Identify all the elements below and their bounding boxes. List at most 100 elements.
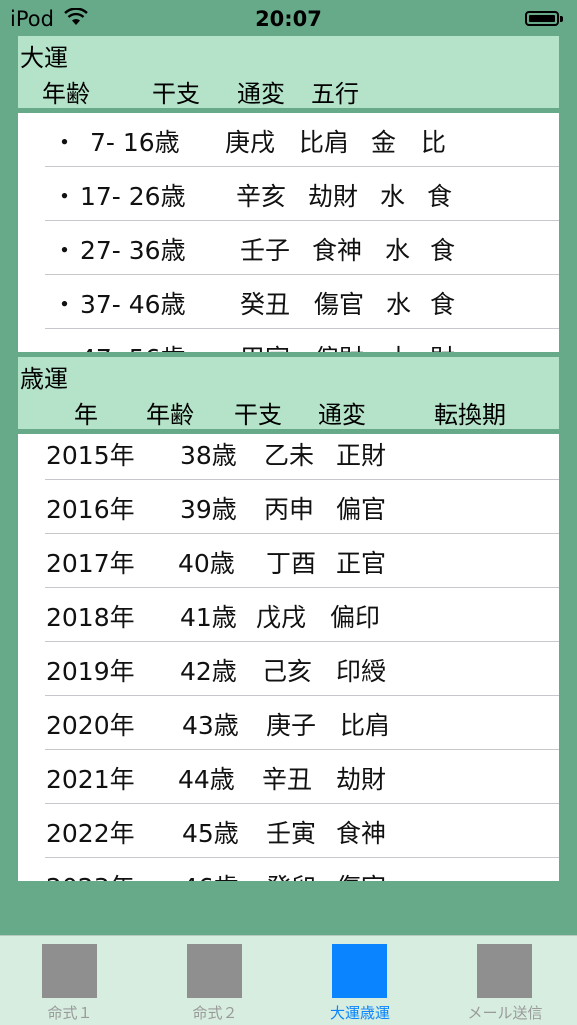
bullet: ・ xyxy=(52,290,78,319)
taiun-row[interactable]: ・ 47- 56歳 甲寅 偏財 木 財 xyxy=(18,329,559,352)
kanshi: 庚戌 xyxy=(225,128,276,157)
saiun-row[interactable]: 2020年 43歳 庚子 比肩 xyxy=(18,696,559,750)
bullet: ・ xyxy=(52,236,78,265)
taiun-col-gogyo: 五行 xyxy=(311,80,359,108)
age-range: 7- 16歳 xyxy=(90,128,180,157)
relation: 比 xyxy=(421,128,447,157)
taiun-row[interactable]: ・ 37- 46歳 癸丑 傷官 水 食 xyxy=(18,275,559,329)
bullet: ・ xyxy=(52,182,78,211)
bullet: ・ xyxy=(52,128,78,157)
age: 45歳 xyxy=(182,819,239,848)
tsuhen: 比肩 xyxy=(299,128,350,157)
tsuhen: 劫財 xyxy=(308,182,359,211)
year: 2018年 xyxy=(46,603,135,632)
kanshi: 戊戌 xyxy=(256,603,307,632)
saiun-row[interactable]: 2015年 38歳 乙未 正財 xyxy=(18,434,559,480)
taiun-col-kanshi: 干支 xyxy=(152,80,200,108)
tsuhen: 正官 xyxy=(336,549,387,578)
relation: 食 xyxy=(430,236,456,265)
tsuhen: 偏印 xyxy=(330,603,381,632)
saiun-header: 歳運 年 年齢 干支 通変 転換期 xyxy=(18,357,559,429)
year: 2019年 xyxy=(46,657,135,686)
age: 39歳 xyxy=(180,495,237,524)
kanshi: 辛丑 xyxy=(262,765,313,794)
tab-meishiki-1[interactable]: 命式１ xyxy=(5,936,135,1025)
relation: 食 xyxy=(430,290,456,319)
saiun-row[interactable]: 2016年 39歳 丙申 偏官 xyxy=(18,480,559,534)
saiun-col-age: 年齢 xyxy=(146,401,194,429)
tab-label: 命式２ xyxy=(192,1004,238,1022)
taiun-title: 大運 xyxy=(20,44,68,72)
taiun-row[interactable]: ・ 17- 26歳 辛亥 劫財 水 食 xyxy=(18,167,559,221)
taiun-col-age: 年齢 xyxy=(42,80,90,108)
saiun-col-year: 年 xyxy=(74,401,98,429)
gogyo: 水 xyxy=(385,236,411,265)
tab-mail-send[interactable]: メール送信 xyxy=(440,936,570,1025)
tsuhen: 印綬 xyxy=(336,657,387,686)
tsuhen: 食神 xyxy=(312,236,363,265)
status-bar: iPod 20:07 xyxy=(0,0,577,36)
tsuhen: 正財 xyxy=(336,441,387,470)
tab-bar: 命式１ 命式２ 大運歳運 メール送信 xyxy=(0,935,577,1025)
clock: 20:07 xyxy=(255,7,322,31)
kanshi: 庚子 xyxy=(266,711,317,740)
age: 38歳 xyxy=(180,441,237,470)
saiun-row[interactable]: 2023年 46歳 癸卯 傷官 xyxy=(18,858,559,881)
tab-placeholder-icon xyxy=(187,944,242,998)
age: 40歳 xyxy=(178,549,235,578)
relation: 財 xyxy=(430,339,455,352)
bullet: ・ xyxy=(52,339,77,352)
kanshi: 壬寅 xyxy=(266,819,317,848)
saiun-title: 歳運 xyxy=(20,365,68,393)
age: 41歳 xyxy=(180,603,237,632)
tsuhen: 傷官 xyxy=(336,868,386,881)
age: 42歳 xyxy=(180,657,237,686)
gogyo: 水 xyxy=(386,290,412,319)
kanshi: 己亥 xyxy=(262,657,313,686)
kanshi: 壬子 xyxy=(240,236,291,265)
gogyo: 木 xyxy=(386,339,411,352)
saiun-list[interactable]: 2015年 38歳 乙未 正財 2016年 39歳 丙申 偏官 2017年 40… xyxy=(18,434,559,881)
saiun-row[interactable]: 2018年 41歳 戊戌 偏印 xyxy=(18,588,559,642)
kanshi: 癸卯 xyxy=(266,868,316,881)
taiun-header: 大運 年齢 干支 通変 五行 xyxy=(18,36,559,108)
age: 44歳 xyxy=(178,765,235,794)
taiun-row[interactable]: ・ 27- 36歳 壬子 食神 水 食 xyxy=(18,221,559,275)
saiun-row[interactable]: 2019年 42歳 己亥 印綬 xyxy=(18,642,559,696)
age-range: 37- 46歳 xyxy=(80,290,186,319)
saiun-col-tsuhen: 通変 xyxy=(318,401,366,429)
tab-taiun-saiun[interactable]: 大運歳運 xyxy=(295,936,425,1025)
taiun-list[interactable]: ・ 7- 16歳 庚戌 比肩 金 比 ・ 17- 26歳 辛亥 劫財 水 食 ・… xyxy=(18,113,559,352)
saiun-row[interactable]: 2017年 40歳 丁酉 正官 xyxy=(18,534,559,588)
year: 2016年 xyxy=(46,495,135,524)
tab-label: メール送信 xyxy=(467,1004,543,1022)
year: 2022年 xyxy=(46,819,135,848)
age-range: 17- 26歳 xyxy=(80,182,186,211)
taiun-row[interactable]: ・ 7- 16歳 庚戌 比肩 金 比 xyxy=(18,113,559,167)
age-range: 47- 56歳 xyxy=(80,339,186,352)
tsuhen: 食神 xyxy=(336,819,387,848)
kanshi: 辛亥 xyxy=(236,182,287,211)
saiun-col-tenkanki: 転換期 xyxy=(434,401,506,429)
saiun-row[interactable]: 2022年 45歳 壬寅 食神 xyxy=(18,804,559,858)
year: 2021年 xyxy=(46,765,135,794)
kanshi: 癸丑 xyxy=(240,290,291,319)
taiun-col-tsuhen: 通変 xyxy=(237,80,285,108)
tab-meishiki-2[interactable]: 命式２ xyxy=(150,936,280,1025)
tsuhen: 偏財 xyxy=(314,339,364,352)
gogyo: 水 xyxy=(380,182,406,211)
year: 2020年 xyxy=(46,711,135,740)
tab-placeholder-icon xyxy=(477,944,532,998)
tab-placeholder-icon xyxy=(332,944,387,998)
tsuhen: 劫財 xyxy=(336,765,387,794)
battery-icon xyxy=(525,11,563,26)
age: 43歳 xyxy=(182,711,239,740)
year: 2015年 xyxy=(46,441,135,470)
tsuhen: 傷官 xyxy=(314,290,365,319)
kanshi: 丙申 xyxy=(264,495,315,524)
saiun-row[interactable]: 2021年 44歳 辛丑 劫財 xyxy=(18,750,559,804)
saiun-col-kanshi: 干支 xyxy=(234,401,282,429)
age: 46歳 xyxy=(182,868,239,881)
tsuhen: 比肩 xyxy=(340,711,391,740)
tab-label: 大運歳運 xyxy=(329,1004,390,1022)
